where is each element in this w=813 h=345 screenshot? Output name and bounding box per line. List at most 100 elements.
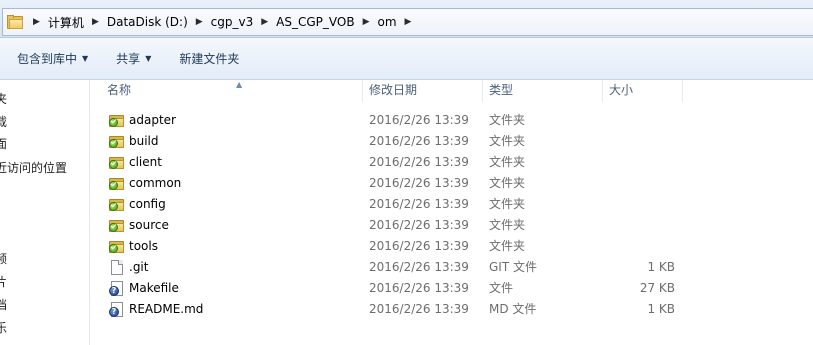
file-name: common — [129, 176, 182, 190]
nav-item-favorites[interactable]: 夹 — [0, 90, 7, 107]
breadcrumb-item-computer[interactable]: 计算机 — [48, 14, 84, 31]
file-date: 2016/2/26 13:39 — [369, 302, 469, 316]
file-date: 2016/2/26 13:39 — [369, 113, 469, 127]
file-name: client — [129, 155, 162, 169]
breadcrumb-item-as-cgp-vob[interactable]: AS_CGP_VOB — [276, 15, 354, 29]
file-date: 2016/2/26 13:39 — [369, 281, 469, 295]
file-row[interactable]: common 2016/2/26 13:39 文件夹 — [91, 173, 813, 194]
chevron-right-icon[interactable]: ▶ — [196, 17, 203, 27]
file-size: 27 KB — [639, 281, 675, 295]
file-type: 文件 — [489, 281, 514, 295]
folder-icon — [7, 15, 25, 29]
file-name: adapter — [129, 113, 176, 127]
chevron-right-icon[interactable]: ▶ — [33, 17, 40, 27]
file-date: 2016/2/26 13:39 — [369, 239, 469, 253]
command-bar: 包含到库中 ▼ 共享 ▼ 新建文件夹 — [0, 38, 813, 80]
chevron-right-icon[interactable]: ▶ — [363, 17, 370, 27]
file-type: 文件夹 — [489, 155, 526, 169]
chevron-right-icon[interactable]: ▶ — [261, 17, 268, 27]
file-type: 文件夹 — [489, 218, 526, 232]
column-name-label: 名称 — [107, 83, 132, 97]
breadcrumb-item-om[interactable]: om — [378, 15, 397, 29]
file-date: 2016/2/26 13:39 — [369, 260, 469, 274]
nav-item-downloads[interactable]: 载 — [0, 113, 7, 130]
breadcrumb-item-datadisk[interactable]: DataDisk (D:) — [107, 15, 188, 29]
chevron-right-icon[interactable]: ▶ — [92, 17, 99, 27]
unknown-file-icon: ? — [109, 281, 125, 296]
file-row[interactable]: adapter 2016/2/26 13:39 文件夹 — [91, 110, 813, 131]
file-list: 名称 ▲ 修改日期 类型 大小 adapter 2016/2/26 13:39 文件… — [91, 80, 813, 345]
folder-icon — [109, 113, 125, 128]
file-date: 2016/2/26 13:39 — [369, 134, 469, 148]
chevron-down-icon: ▼ — [82, 54, 89, 63]
file-date: 2016/2/26 13:39 — [369, 218, 469, 232]
folder-icon — [109, 155, 125, 170]
folder-icon — [109, 218, 125, 233]
file-date: 2016/2/26 13:39 — [369, 155, 469, 169]
file-name: source — [129, 218, 169, 232]
file-type: 文件夹 — [489, 134, 526, 148]
share-button[interactable]: 共享 ▼ — [116, 50, 151, 67]
file-row[interactable]: ? README.md 2016/2/26 13:39 MD 文件 1 KB — [91, 299, 813, 320]
file-name: tools — [129, 239, 158, 253]
file-size — [611, 194, 675, 215]
share-label: 共享 — [116, 52, 141, 66]
file-date: 2016/2/26 13:39 — [369, 197, 469, 211]
breadcrumb[interactable]: ▶ 计算机 ▶ DataDisk (D:) ▶ cgp_v3 ▶ AS_CGP_… — [2, 8, 813, 36]
column-header: 名称 ▲ 修改日期 类型 大小 — [91, 80, 813, 102]
file-row[interactable]: build 2016/2/26 13:39 文件夹 — [91, 131, 813, 152]
file-size: 1 KB — [647, 302, 675, 316]
chevron-right-icon[interactable]: ▶ — [405, 17, 412, 27]
file-type: 文件夹 — [489, 197, 526, 211]
file-icon — [109, 260, 125, 275]
file-type: 文件夹 — [489, 176, 526, 190]
navigation-pane: 夹 载 面 近访问的位置 频 片 档 乐 — [0, 80, 90, 345]
file-name: README.md — [129, 302, 204, 316]
nav-item-music[interactable]: 乐 — [0, 319, 7, 336]
file-row[interactable]: tools 2016/2/26 13:39 文件夹 — [91, 236, 813, 257]
column-size[interactable]: 大小 — [603, 80, 683, 102]
file-size — [611, 215, 675, 236]
folder-icon — [109, 176, 125, 191]
file-name: Makefile — [129, 281, 179, 295]
column-date-label: 修改日期 — [369, 83, 418, 97]
nav-item-pictures[interactable]: 片 — [0, 273, 7, 290]
unknown-file-icon: ? — [109, 302, 125, 317]
column-type-label: 类型 — [489, 83, 514, 97]
file-row[interactable]: ? Makefile 2016/2/26 13:39 文件 27 KB — [91, 278, 813, 299]
column-type[interactable]: 类型 — [483, 80, 603, 102]
address-bar: ▶ 计算机 ▶ DataDisk (D:) ▶ cgp_v3 ▶ AS_CGP_… — [0, 0, 813, 38]
new-folder-label: 新建文件夹 — [179, 52, 240, 66]
include-in-library-button[interactable]: 包含到库中 ▼ — [17, 50, 88, 67]
file-type: 文件夹 — [489, 113, 526, 127]
file-name: build — [129, 134, 159, 148]
nav-item-videos[interactable]: 频 — [0, 250, 7, 267]
column-size-label: 大小 — [609, 83, 634, 97]
folder-icon — [109, 134, 125, 149]
file-size: 1 KB — [647, 260, 675, 274]
nav-item-recent-places[interactable]: 近访问的位置 — [0, 159, 67, 176]
chevron-down-icon: ▼ — [145, 54, 152, 63]
file-row[interactable]: .git 2016/2/26 13:39 GIT 文件 1 KB — [91, 257, 813, 278]
file-type: MD 文件 — [489, 302, 537, 316]
breadcrumb-item-cgp-v3[interactable]: cgp_v3 — [211, 15, 254, 29]
file-row[interactable]: source 2016/2/26 13:39 文件夹 — [91, 215, 813, 236]
nav-item-documents[interactable]: 档 — [0, 296, 7, 313]
column-date[interactable]: 修改日期 — [363, 80, 483, 102]
file-type: 文件夹 — [489, 239, 526, 253]
nav-item-desktop[interactable]: 面 — [0, 135, 7, 152]
file-row[interactable]: client 2016/2/26 13:39 文件夹 — [91, 152, 813, 173]
file-size — [611, 236, 675, 257]
new-folder-button[interactable]: 新建文件夹 — [179, 50, 239, 67]
file-name: .git — [129, 260, 149, 274]
file-date: 2016/2/26 13:39 — [369, 176, 469, 190]
folder-icon — [109, 239, 125, 254]
file-size — [611, 152, 675, 173]
file-name: config — [129, 197, 166, 211]
file-row[interactable]: config 2016/2/26 13:39 文件夹 — [91, 194, 813, 215]
file-type: GIT 文件 — [489, 260, 537, 274]
sort-up-icon: ▲ — [236, 80, 243, 89]
file-size — [611, 110, 675, 131]
file-size — [611, 131, 675, 152]
column-name[interactable]: 名称 ▲ — [101, 80, 363, 102]
